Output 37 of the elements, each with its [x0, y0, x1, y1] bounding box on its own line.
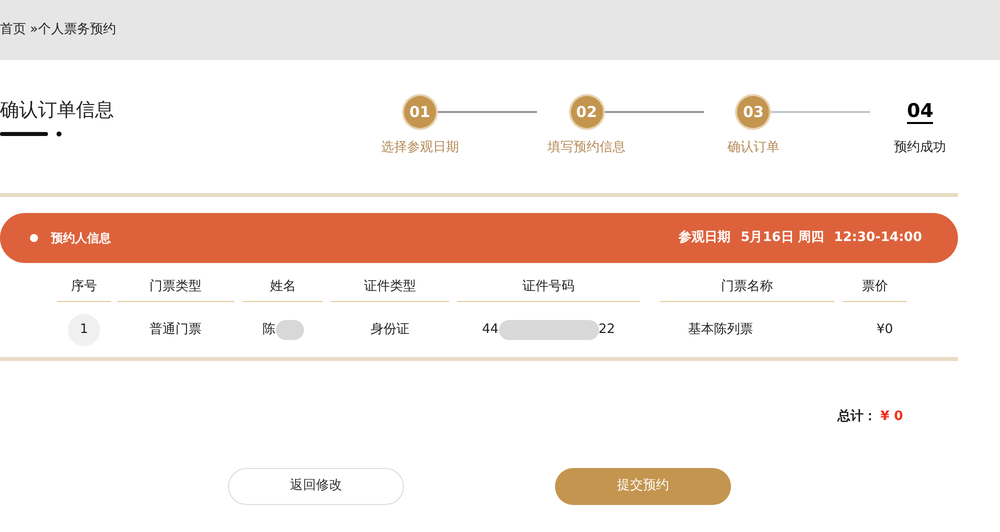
table-cell-text: ¥0: [875, 320, 894, 339]
table-cell-text: 基本陈列票: [687, 320, 754, 339]
title-underline-icon: [0, 131, 62, 137]
visit-date-label: 参观日期: [678, 229, 731, 248]
step-label: 预约成功: [894, 139, 946, 157]
table-cell-text: 22: [598, 320, 616, 339]
column-header: 门票名称: [660, 273, 834, 302]
step-label: 填写预约信息: [548, 139, 626, 157]
visit-date: 5月16日: [740, 229, 794, 248]
step-label: 选择参观日期: [380, 139, 459, 157]
step-badge: 01: [404, 96, 436, 128]
total-value: ¥ 0: [880, 408, 903, 426]
table-cell-text: 陈: [262, 320, 276, 339]
column-header: 证件号码: [457, 273, 640, 302]
step-number: 04: [907, 100, 934, 124]
step-badge: 02: [570, 96, 603, 128]
back-button[interactable]: 返回修改: [228, 468, 404, 504]
dot-icon: [30, 234, 38, 242]
column-header: 门票类型: [117, 273, 234, 302]
visit-weekday: 周四: [798, 229, 824, 248]
banner-label: 预约人信息: [51, 230, 111, 247]
column-header: 票价: [843, 273, 907, 302]
column-header: 序号: [57, 273, 111, 302]
step-badge: 03: [737, 96, 770, 128]
column-header: 证件类型: [331, 273, 449, 302]
table-cell-text: 身份证: [370, 320, 410, 339]
home-link[interactable]: 首页: [0, 20, 26, 40]
table-cell-text: 普通门票: [148, 320, 202, 339]
step-label: 确认订单: [727, 139, 780, 157]
visit-time: 12:30-14:00: [834, 229, 922, 248]
column-header: 姓名: [243, 273, 323, 302]
total-label: 总计：: [837, 408, 876, 426]
table-cell-text: 44: [482, 320, 498, 339]
breadcrumb-separator: »: [30, 21, 38, 40]
breadcrumb-current: 个人票务预约: [38, 21, 116, 40]
row-index: 1: [68, 314, 100, 346]
page-title: 确认订单信息: [0, 98, 115, 123]
